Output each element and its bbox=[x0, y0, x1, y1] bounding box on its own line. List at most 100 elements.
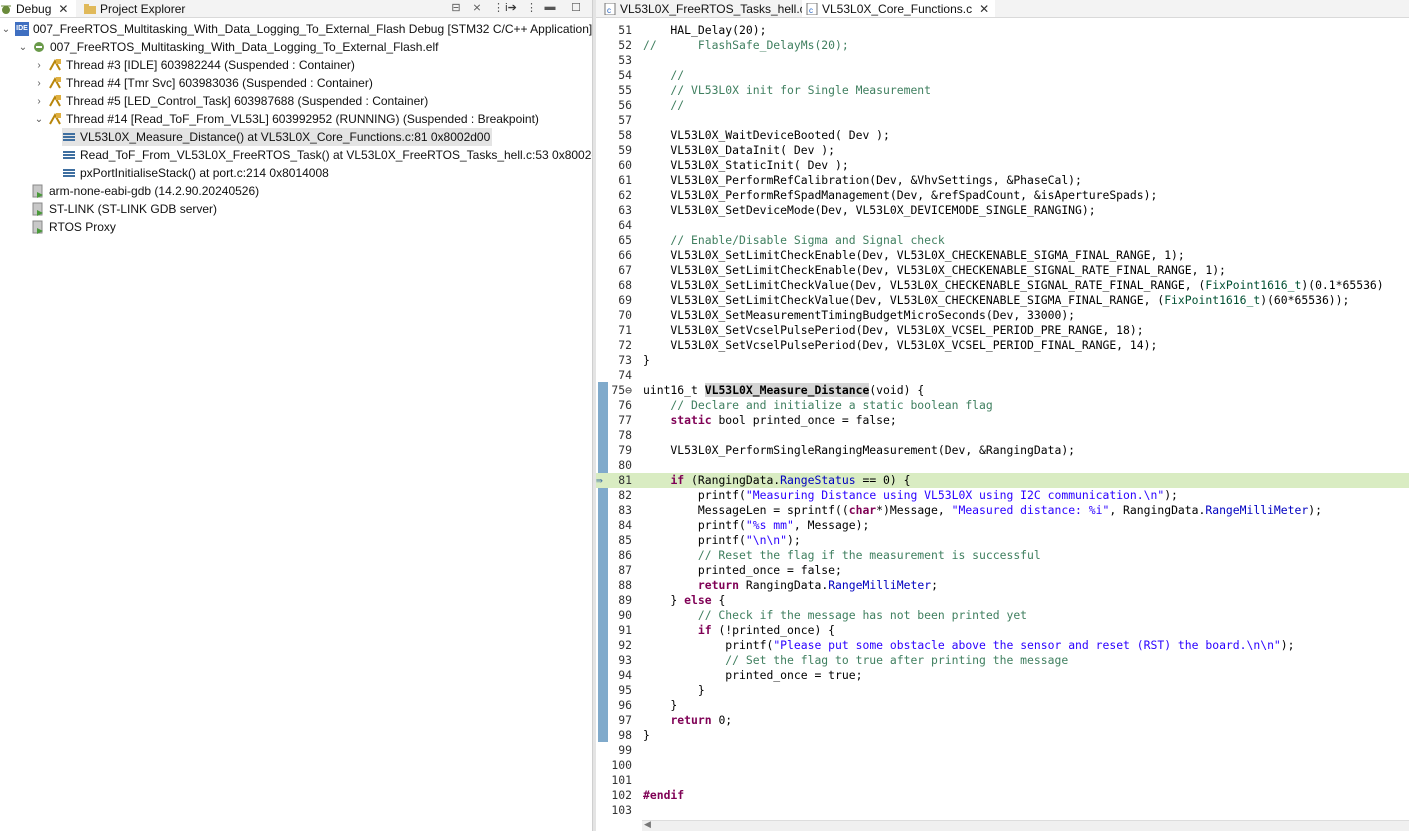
code-text: FixPoint1616_t bbox=[1205, 278, 1302, 292]
line-number: 62 bbox=[618, 188, 632, 202]
line-number: 52 bbox=[618, 38, 632, 52]
line-number: 85 bbox=[618, 533, 632, 547]
code-text: VL53L0X_PerformSingleRangingMeasurement(… bbox=[643, 443, 1076, 457]
horizontal-scrollbar[interactable]: ◀ bbox=[642, 819, 1409, 831]
tree-item-label: Thread #5 [LED_Control_Task] 603987688 (… bbox=[66, 94, 429, 108]
code-text: // VL53L0X init for Single Measurement bbox=[643, 83, 932, 97]
tree-rtos-proxy[interactable]: RTOS Proxy bbox=[31, 218, 116, 236]
line-number: 66 bbox=[618, 248, 632, 262]
chevron-down-icon[interactable]: ⌄ bbox=[17, 42, 29, 53]
tree-thread-4[interactable]: › Thread #4 [Tmr Svc] 603983036 (Suspend… bbox=[33, 74, 373, 92]
code-line: 98} bbox=[596, 728, 1409, 743]
stack-frame[interactable]: Read_ToF_From_VL53L0X_FreeRTOS_Task() at… bbox=[62, 146, 611, 164]
code-line: 83 MessageLen = sprintf((char*)Message, … bbox=[596, 503, 1409, 518]
tab-core-functions-file[interactable]: c VL53L0X_Core_Functions.c ✕ bbox=[802, 0, 996, 17]
line-number: 55 bbox=[618, 83, 632, 97]
tree-gdb[interactable]: arm-none-eabi-gdb (14.2.90.20240526) bbox=[31, 182, 259, 200]
code-line: 55 // VL53L0X init for Single Measuremen… bbox=[596, 83, 1409, 98]
line-number: 87 bbox=[618, 563, 632, 577]
code-text: // FlashSafe_DelayMs(20); bbox=[643, 38, 849, 52]
code-text: VL53L0X_SetDeviceMode(Dev, VL53L0X_DEVIC… bbox=[643, 203, 1096, 217]
tree-thread-3[interactable]: › Thread #3 [IDLE] 603982244 (Suspended … bbox=[33, 56, 355, 74]
tree-elf-process[interactable]: ⌄ 007_FreeRTOS_Multitasking_With_Data_Lo… bbox=[17, 38, 439, 56]
code-text: RangeMilliMeter bbox=[1205, 503, 1309, 517]
code-line: 71 VL53L0X_SetVcselPulsePeriod(Dev, VL53… bbox=[596, 323, 1409, 338]
line-number: 100 bbox=[611, 758, 632, 772]
tree-launch-config[interactable]: ⌄ IDE 007_FreeRTOS_Multitasking_With_Dat… bbox=[0, 20, 592, 38]
stack-frame[interactable]: pxPortInitialiseStack() at port.c:214 0x… bbox=[62, 164, 329, 182]
scroll-left-icon[interactable]: ◀ bbox=[644, 819, 651, 830]
thread-icon bbox=[48, 58, 62, 72]
tree-item-label: Read_ToF_From_VL53L0X_FreeRTOS_Task() at… bbox=[80, 148, 612, 162]
tree-item-label: arm-none-eabi-gdb (14.2.90.20240526) bbox=[49, 184, 260, 198]
code-line: 62 VL53L0X_PerformRefSpadManagement(Dev,… bbox=[596, 188, 1409, 203]
tree-item-label: Thread #3 [IDLE] 603982244 (Suspended : … bbox=[66, 58, 355, 72]
code-line: 63 VL53L0X_SetDeviceMode(Dev, VL53L0X_DE… bbox=[596, 203, 1409, 218]
gdb-icon bbox=[31, 202, 45, 216]
chevron-down-icon[interactable]: ⌄ bbox=[33, 114, 45, 125]
code-text: VL53L0X_SetVcselPulsePeriod(Dev, VL53L0X… bbox=[643, 338, 1158, 352]
code-line: 103 bbox=[596, 803, 1409, 818]
code-line: 99 bbox=[596, 743, 1409, 758]
code-line: 97 return 0; bbox=[596, 713, 1409, 728]
code-line: 92 printf("Please put some obstacle abov… bbox=[596, 638, 1409, 653]
code-text: VL53L0X_DataInit( Dev ); bbox=[643, 143, 836, 157]
tab-tasks-file[interactable]: c VL53L0X_FreeRTOS_Tasks_hell.c bbox=[604, 0, 806, 17]
code-text: (RangingData. bbox=[684, 473, 781, 487]
close-icon[interactable]: ✕ bbox=[58, 2, 68, 16]
code-text: // Check if the message has not been pri… bbox=[643, 608, 1028, 622]
code-line: 77 static bool printed_once = false; bbox=[596, 413, 1409, 428]
maximize-icon[interactable]: ☐ bbox=[570, 1, 582, 15]
line-number: 65 bbox=[618, 233, 632, 247]
code-line: 65 // Enable/Disable Sigma and Signal ch… bbox=[596, 233, 1409, 248]
code-text: (!printed_once) { bbox=[711, 623, 836, 637]
code-line: 53 bbox=[596, 53, 1409, 68]
code-text: if bbox=[670, 473, 685, 487]
minimize-icon[interactable]: ▬ bbox=[544, 1, 556, 15]
chevron-right-icon[interactable]: › bbox=[33, 78, 45, 89]
code-line: 96 } bbox=[596, 698, 1409, 713]
collapse-all-icon[interactable]: ⊟ bbox=[450, 1, 462, 15]
view-menu-icon[interactable]: ⋮ bbox=[526, 1, 537, 15]
tab-project-explorer[interactable]: Project Explorer bbox=[84, 0, 185, 17]
line-number: 54 bbox=[618, 68, 632, 82]
tree-item-label: RTOS Proxy bbox=[49, 220, 116, 234]
remove-terminated-icon[interactable]: ⨯ bbox=[470, 1, 484, 15]
code-line: 75⊖ uint16_t VL53L0X_Measure_Distance(voi… bbox=[596, 383, 1409, 398]
code-text: , RangingData. bbox=[1109, 503, 1206, 517]
code-text: ); bbox=[787, 533, 801, 547]
tab-debug[interactable]: Debug ✕ bbox=[0, 0, 76, 17]
code-text: HAL_Delay(20); bbox=[643, 23, 767, 37]
code-text: "Measuring Distance using VL53L0X using … bbox=[745, 488, 1165, 502]
code-text: VL53L0X_SetVcselPulsePeriod(Dev, VL53L0X… bbox=[643, 323, 1144, 337]
chevron-right-icon[interactable]: › bbox=[33, 96, 45, 107]
line-number: 98 bbox=[618, 728, 632, 742]
code-text: ); bbox=[1280, 638, 1295, 652]
code-line: 82 printf("Measuring Distance using VL53… bbox=[596, 488, 1409, 503]
line-number: 70 bbox=[618, 308, 632, 322]
line-number: ⇛ 81 bbox=[596, 473, 632, 487]
line-number: 77 bbox=[618, 413, 632, 427]
code-text: if (!printed_once) { bbox=[643, 623, 835, 638]
code-text: VL53L0X_Measure_Distance bbox=[704, 383, 870, 397]
line-number: 94 bbox=[618, 668, 632, 682]
chevron-down-icon[interactable]: ⌄ bbox=[0, 24, 12, 35]
code-line: 67 VL53L0X_SetLimitCheckEnable(Dev, VL53… bbox=[596, 263, 1409, 278]
code-line: 87 printed_once = false; bbox=[596, 563, 1409, 578]
line-number: 72 bbox=[618, 338, 632, 352]
code-line: 70 VL53L0X_SetMeasurementTimingBudgetMic… bbox=[596, 308, 1409, 323]
code-text: VL53L0X_SetMeasurementTimingBudgetMicroS… bbox=[643, 308, 1076, 322]
code-text: )(0.1*65536) bbox=[1301, 278, 1384, 292]
code-text: 0; bbox=[711, 713, 733, 727]
code-line: 58 VL53L0X_WaitDeviceBooted( Dev ); bbox=[596, 128, 1409, 143]
line-number: 58 bbox=[618, 128, 632, 142]
stack-frame-selected[interactable]: VL53L0X_Measure_Distance() at VL53L0X_Co… bbox=[62, 128, 493, 146]
chevron-right-icon[interactable]: › bbox=[33, 60, 45, 71]
tree-stlink[interactable]: ST-LINK (ST-LINK GDB server) bbox=[31, 200, 217, 218]
step-filter-icon[interactable]: i➔ bbox=[504, 1, 518, 15]
tree-thread-5[interactable]: › Thread #5 [LED_Control_Task] 603987688… bbox=[33, 92, 428, 110]
close-icon[interactable]: ✕ bbox=[979, 2, 989, 16]
gdb-icon bbox=[31, 220, 45, 234]
code-text: VL53L0X_StaticInit( Dev ); bbox=[643, 158, 849, 172]
tree-thread-14[interactable]: ⌄ Thread #14 [Read_ToF_From_VL53L] 60399… bbox=[33, 110, 539, 128]
